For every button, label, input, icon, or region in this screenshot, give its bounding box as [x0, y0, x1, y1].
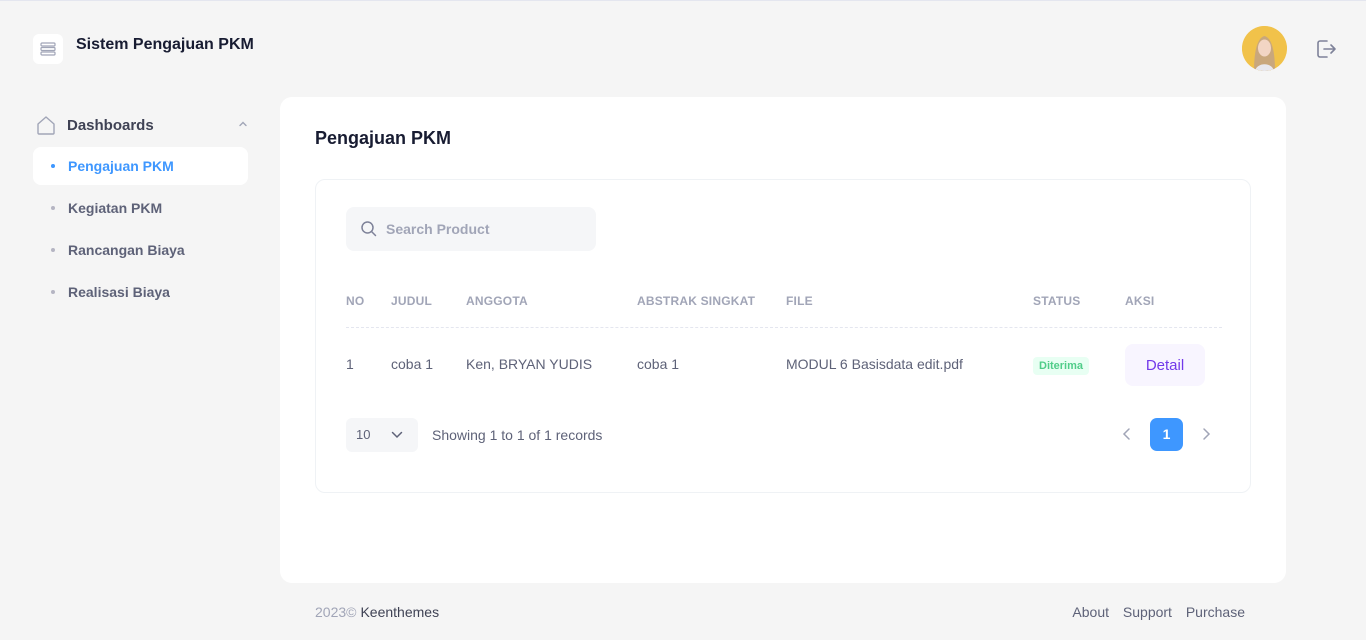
table-card: NO JUDUL ANGGOTA ABSTRAK SINGKAT FILE ST… [315, 179, 1251, 493]
footer-link-about[interactable]: About [1072, 604, 1109, 620]
home-icon [37, 116, 55, 135]
chevron-left-icon [1122, 428, 1130, 440]
footer-links: About Support Purchase [1062, 604, 1245, 620]
page-size-select[interactable]: 10 [346, 418, 418, 452]
cell-abstrak: coba 1 [637, 356, 680, 372]
cell-no: 1 [346, 356, 354, 372]
sidebar-section-label: Dashboards [67, 116, 154, 134]
menu-icon [40, 42, 56, 56]
app-title: Sistem Pengajuan PKM [76, 36, 254, 53]
table-header: NO JUDUL ANGGOTA ABSTRAK SINGKAT FILE ST… [346, 284, 1222, 328]
records-info: Showing 1 to 1 of 1 records [432, 427, 603, 443]
column-header-judul[interactable]: JUDUL [391, 294, 432, 308]
column-header-anggota[interactable]: ANGGOTA [466, 294, 528, 308]
sidebar-item-label: Kegiatan PKM [68, 200, 163, 216]
bullet-icon [51, 290, 55, 294]
search-box[interactable] [346, 207, 596, 251]
column-header-no[interactable]: NO [346, 294, 364, 308]
sidebar-item-kegiatan-pkm[interactable]: Kegiatan PKM [33, 189, 248, 227]
next-page-button[interactable] [1200, 427, 1212, 446]
sidebar-item-label: Realisasi Biaya [68, 284, 170, 300]
search-input[interactable] [386, 207, 586, 251]
detail-button[interactable]: Detail [1125, 344, 1205, 386]
page-size-value: 10 [356, 427, 371, 442]
menu-toggle-button[interactable] [33, 34, 63, 64]
bullet-icon [51, 248, 55, 252]
footer-link-purchase[interactable]: Purchase [1186, 604, 1245, 620]
footer-year: 2023© [315, 604, 357, 620]
sidebar-item-pengajuan-pkm[interactable]: Pengajuan PKM [33, 147, 248, 185]
avatar[interactable] [1242, 26, 1287, 71]
sidebar-item-realisasi-biaya[interactable]: Realisasi Biaya [33, 273, 248, 311]
status-badge: Diterima [1033, 357, 1090, 375]
chevron-right-icon [1203, 428, 1211, 440]
sidebar-item-rancangan-biaya[interactable]: Rancangan Biaya [33, 231, 248, 269]
chevron-up-icon[interactable] [238, 119, 248, 129]
footer-brand-link[interactable]: Keenthemes [360, 604, 439, 620]
sidebar-section-dashboards[interactable]: Dashboards [33, 107, 248, 143]
footer-link-support[interactable]: Support [1123, 604, 1172, 620]
logout-button[interactable] [1314, 37, 1338, 61]
cell-anggota: Ken, BRYAN YUDIS [466, 356, 593, 372]
column-header-status[interactable]: STATUS [1033, 294, 1080, 308]
bullet-icon [51, 164, 55, 168]
sidebar-item-label: Pengajuan PKM [68, 158, 174, 174]
search-icon [361, 221, 377, 237]
column-header-abstrak[interactable]: ABSTRAK SINGKAT [637, 294, 755, 308]
cell-file: MODUL 6 Basisdata edit.pdf [786, 356, 963, 372]
bullet-icon [51, 206, 55, 210]
column-header-file[interactable]: FILE [786, 294, 813, 308]
sidebar-item-label: Rancangan Biaya [68, 242, 185, 258]
header: Sistem Pengajuan PKM [0, 1, 1366, 97]
sidebar: Dashboards Pengajuan PKM Kegiatan PKM Ra… [33, 107, 248, 311]
cell-judul: coba 1 [391, 356, 434, 372]
chevron-down-icon [391, 431, 403, 439]
logout-icon [1317, 40, 1336, 58]
page-title: Pengajuan PKM [315, 128, 452, 148]
table-row: 1 coba 1 Ken, BRYAN YUDIS coba 1 MODUL 6… [346, 328, 1222, 402]
column-header-aksi: AKSI [1125, 294, 1155, 308]
footer: 2023© Keenthemes About Support Purchase [315, 604, 1245, 620]
main-content: Pengajuan PKM NO JUDUL ANGGOTA ABSTRAK S… [280, 97, 1286, 583]
previous-page-button[interactable] [1121, 427, 1133, 446]
page-button-1[interactable]: 1 [1150, 418, 1183, 451]
